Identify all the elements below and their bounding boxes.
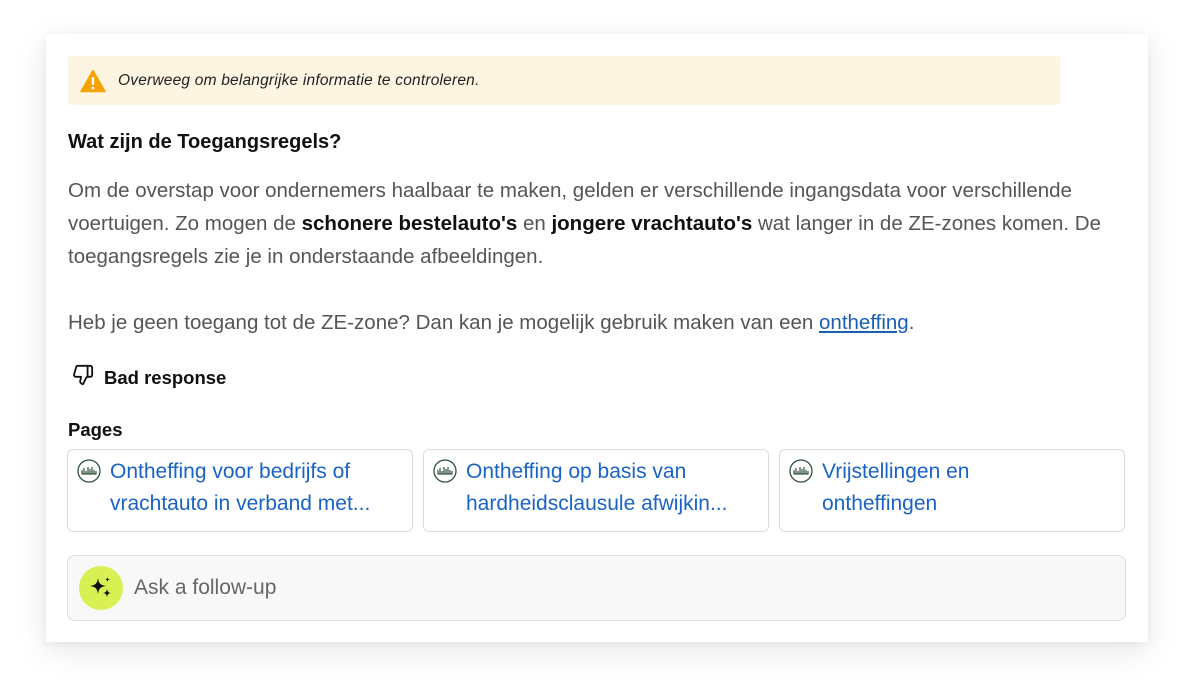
pages-label: Pages	[68, 419, 123, 440]
page-title-line: Vrijstellingen en	[822, 460, 970, 483]
page-title-line: Ontheffing voor bedrijfs of	[110, 460, 351, 483]
warning-banner: Overweeg om belangrijke informatie te co…	[68, 56, 1060, 105]
answer-paragraph: Om de overstap voor ondernemers haalbaar…	[68, 174, 1128, 273]
page-card[interactable]: Ontheffing op basis van hardheidsclausul…	[423, 449, 769, 532]
page-title-line: Ontheffing op basis van	[466, 460, 687, 483]
answer-paragraph-2: Heb je geen toegang tot de ZE-zone? Dan …	[68, 306, 914, 339]
answer-bold-text: jongere vrachtauto's	[551, 212, 753, 235]
site-favicon-icon	[789, 459, 813, 483]
sparkle-icon	[79, 566, 123, 610]
answer-text: en	[517, 212, 552, 235]
page-title-line: hardheidsclausule afwijkin...	[466, 492, 728, 515]
page-card[interactable]: Ontheffing voor bedrijfs of vrachtauto i…	[67, 449, 413, 532]
bad-response-label: Bad response	[104, 366, 227, 388]
warning-triangle-icon	[80, 69, 106, 93]
page-title-line: ontheffingen	[822, 492, 938, 515]
ontheffing-link[interactable]: ontheffing	[819, 311, 909, 334]
follow-up-placeholder: Ask a follow-up	[134, 576, 277, 599]
answer-bold-text: schonere bestelauto's	[301, 212, 518, 235]
page-title-line: vrachtauto in verband met...	[110, 492, 371, 515]
warning-text: Overweeg om belangrijke informatie te co…	[118, 71, 480, 89]
page-title: Ontheffing op basis van hardheidsclausul…	[466, 456, 762, 520]
page-title: Ontheffing voor bedrijfs of vrachtauto i…	[110, 456, 406, 520]
site-favicon-icon	[433, 459, 457, 483]
site-favicon-icon	[77, 459, 101, 483]
answer-text: .	[908, 311, 915, 334]
follow-up-input[interactable]: Ask a follow-up	[67, 555, 1126, 621]
answer-text: Heb je geen toegang tot de ZE-zone? Dan …	[68, 311, 820, 334]
bad-response-button[interactable]: Bad response	[72, 364, 226, 391]
answer-card: Overweeg om belangrijke informatie te co…	[46, 34, 1148, 642]
page-card[interactable]: Vrijstellingen en ontheffingen	[779, 449, 1125, 532]
page-title: Vrijstellingen en ontheffingen	[822, 456, 1118, 520]
thumbs-down-icon	[72, 364, 94, 391]
answer-heading: Wat zijn de Toegangsregels?	[68, 131, 342, 153]
